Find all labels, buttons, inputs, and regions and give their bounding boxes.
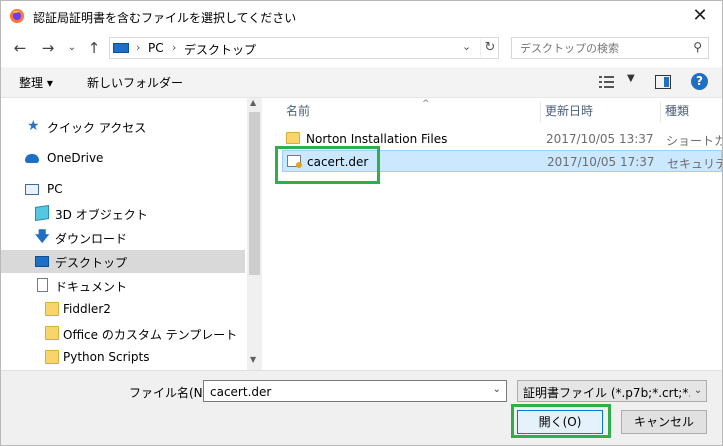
dialog-footer: ファイル名(N): ⌄ 証明書ファイル (*.p7b;*.crt;*.cert;… [1,370,722,445]
help-icon[interactable]: ? [691,73,708,90]
filename-field[interactable]: ⌄ [203,380,507,402]
folder-shortcut-icon [286,132,300,144]
scroll-down-icon[interactable]: ▼ [250,355,256,364]
download-icon: 🡇 [35,229,50,245]
navigation-scrollbar[interactable]: ▲ ▼ [247,98,262,370]
scrollbar-thumb[interactable] [249,112,260,275]
search-box[interactable]: ⚲ [511,37,709,59]
nav-item-label: OneDrive [47,151,104,165]
desktop-icon [35,256,49,267]
firefox-icon [10,9,24,23]
nav-item-pc[interactable]: PC [1,178,245,201]
scroll-up-icon[interactable]: ▲ [250,98,256,107]
nav-item-label: Python Scripts [63,350,150,364]
preview-pane-icon[interactable] [655,75,671,89]
file-type: ショートカット [666,134,722,148]
nav-item-label: ドキュメント [55,280,128,294]
nav-item-label: Office のカスタム テンプレート [63,328,238,342]
command-bar: 整理 ▾ 新しいフォルダー ▼ ? [1,67,722,98]
folder-icon [45,326,59,340]
filename-label: ファイル名(N): [129,386,212,400]
filename-dropdown-icon[interactable]: ⌄ [493,384,501,395]
nav-item-quick-access[interactable]: ★ クイック アクセス [1,115,245,138]
nav-item-3d-objects[interactable]: 3D オブジェクト [1,202,245,225]
view-options-icon[interactable] [599,75,615,89]
nav-item-label: クイック アクセス [47,121,147,135]
breadcrumb-pc[interactable]: PC [148,41,164,55]
nav-item-label: PC [47,182,63,196]
file-open-dialog: 認証局証明書を含むファイルを選択してください ✕ ← → ⌄ ↑ › PC › … [0,0,723,446]
address-bar[interactable]: › PC › デスクトップ ⌄ ↻ [109,37,499,59]
search-icon: ⚲ [693,40,702,54]
dialog-title: 認証局証明書を含むファイルを選択してください [33,11,297,25]
highlight-box-open-button [511,404,611,438]
nav-item-office-templates[interactable]: Office のカスタム テンプレート [1,322,245,345]
nav-item-downloads[interactable]: 🡇 ダウンロード [1,226,245,249]
nav-item-label: 3D オブジェクト [55,208,148,222]
star-icon: ★ [27,118,40,134]
nav-item-desktop[interactable]: デスクトップ [1,250,245,273]
computer-icon [25,184,39,195]
document-icon [37,278,48,292]
organize-button[interactable]: 整理 ▾ [19,74,53,91]
nav-item-fiddler2[interactable]: Fiddler2 [1,298,245,321]
address-dropdown-icon[interactable]: ⌄ [462,40,471,53]
title-bar: 認証局証明書を含むファイルを選択してください ✕ [1,1,722,33]
breadcrumb-separator-icon: › [136,41,141,54]
nav-item-label: Fiddler2 [63,302,111,316]
filename-input[interactable] [208,384,482,400]
new-folder-button[interactable]: 新しいフォルダー [87,74,183,91]
view-dropdown-icon[interactable]: ▼ [627,73,635,84]
file-name: Norton Installation Files [306,132,448,146]
search-input[interactable] [518,41,682,56]
nav-item-label: デスクトップ [55,256,128,270]
forward-arrow-icon[interactable]: → [39,39,57,57]
sort-ascending-icon: ^ [422,99,430,109]
filetype-value: 証明書ファイル (*.p7b;*.crt;*.cert; [523,386,707,400]
nav-item-documents[interactable]: ドキュメント [1,274,245,297]
up-arrow-icon[interactable]: ↑ [85,39,103,57]
file-type: セキュリティ証 [667,157,722,171]
column-header-type[interactable]: 種類 [660,102,689,122]
nav-item-onedrive[interactable]: OneDrive [1,147,245,170]
recent-locations-chevron-icon[interactable]: ⌄ [63,39,81,57]
breadcrumb-separator-icon: › [172,41,177,54]
file-date: 2017/10/05 13:37 [546,132,654,146]
cloud-icon [25,154,39,163]
folder-icon [45,302,59,316]
breadcrumb-desktop[interactable]: デスクトップ [184,41,256,58]
navigation-pane: ★ クイック アクセス OneDrive PC 3D オブジェクト 🡇 ダウンロ… [1,98,262,370]
back-arrow-icon[interactable]: ← [11,39,29,57]
column-header-name[interactable]: 名前 ^ [286,99,430,122]
nav-item-label: ダウンロード [55,232,128,246]
file-list: 名前 ^ 更新日時 種類 Norton Installation Files 2… [268,98,722,370]
highlight-box-file [275,146,380,184]
filetype-dropdown-icon[interactable]: ⌄ [690,381,706,401]
refresh-icon[interactable]: ↻ [480,39,499,57]
column-header-date[interactable]: 更新日時 [540,102,593,122]
nav-item-python-scripts[interactable]: Python Scripts [1,346,245,369]
filetype-select[interactable]: 証明書ファイル (*.p7b;*.crt;*.cert; ⌄ [517,380,707,402]
file-date: 2017/10/05 17:37 [547,155,655,169]
computer-icon [113,43,129,53]
cube-icon [35,205,49,221]
column-header-name-label: 名前 [286,104,311,118]
close-button[interactable]: ✕ [686,3,714,29]
cancel-button[interactable]: キャンセル [621,410,707,434]
folder-icon [45,350,59,364]
